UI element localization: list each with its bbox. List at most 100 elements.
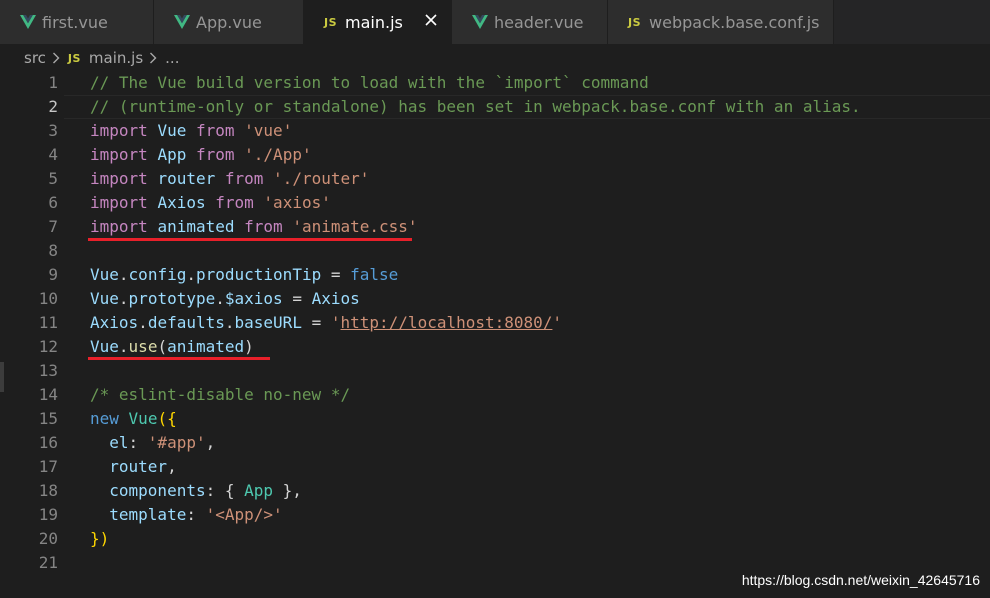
tab-header-vue[interactable]: header.vue: [452, 0, 608, 44]
code-text: import Vue from 'vue': [90, 119, 292, 143]
code-token: Vue: [90, 289, 119, 308]
code-line[interactable]: 3 import Vue from 'vue': [0, 119, 990, 143]
tab-label: main.js: [345, 12, 403, 32]
code-line[interactable]: 12 Vue.use(animated): [0, 335, 990, 359]
code-line[interactable]: 14 /* eslint-disable no-new */: [0, 383, 990, 407]
chevron-right-icon: [149, 52, 157, 64]
code-token: :: [186, 505, 206, 524]
code-line[interactable]: 11 Axios.defaults.baseURL = 'http://local…: [0, 311, 990, 335]
code-text: el: '#app',: [90, 431, 215, 455]
line-number: 8: [48, 241, 58, 260]
code-line[interactable]: 18 components: { App },: [0, 479, 990, 503]
code-token: new: [90, 409, 119, 428]
code-line[interactable]: 7 import animated from 'animate.css': [0, 215, 990, 239]
vue-icon: [174, 15, 190, 29]
code-text: }): [90, 527, 109, 551]
line-number: 21: [38, 553, 58, 572]
breadcrumb-symbol[interactable]: ...: [165, 49, 179, 67]
code-token: false: [350, 265, 399, 284]
breadcrumb-file[interactable]: main.js: [89, 49, 143, 67]
line-number: 18: [38, 481, 58, 500]
code-token: prototype: [128, 289, 216, 308]
code-token: http://localhost:8080/: [340, 313, 553, 332]
code-token: import: [90, 217, 148, 236]
code-token: from: [244, 217, 283, 236]
tab-main-js[interactable]: JS main.js: [304, 0, 452, 44]
code-token: animated: [157, 217, 235, 236]
watermark: https://blog.csdn.net/weixin_42645716: [741, 572, 980, 588]
code-line[interactable]: 2 // (runtime-only or standalone) has bee…: [0, 95, 990, 119]
code-token: .: [224, 313, 235, 332]
code-text: Vue.use(animated): [90, 335, 254, 359]
breadcrumb-folder[interactable]: src: [24, 49, 46, 67]
line-number: 19: [38, 505, 58, 524]
code-line[interactable]: 13: [0, 359, 990, 383]
code-editor[interactable]: 1 // The Vue build version to load with t…: [0, 72, 990, 598]
code-text: Vue.config.productionTip = false: [90, 263, 398, 287]
code-text: router,: [90, 455, 176, 479]
close-icon[interactable]: [423, 12, 439, 28]
code-text: new Vue({: [90, 407, 177, 431]
code-line[interactable]: 4 import App from './App': [0, 143, 990, 167]
code-line[interactable]: 1 // The Vue build version to load with t…: [0, 71, 990, 95]
code-line[interactable]: 9 Vue.config.productionTip = false: [0, 263, 990, 287]
code-token: .: [118, 289, 129, 308]
code-text: // The Vue build version to load with th…: [90, 71, 649, 95]
code-line[interactable]: 16 el: '#app',: [0, 431, 990, 455]
code-token: from: [215, 193, 254, 212]
red-annotation-underline: [88, 357, 270, 360]
code-token: .: [118, 337, 129, 356]
code-token: .: [118, 265, 129, 284]
code-token: import: [90, 193, 148, 212]
code-token: 'vue': [244, 121, 293, 140]
code-line[interactable]: 5 import router from './router': [0, 167, 990, 191]
js-icon: JS: [324, 15, 338, 29]
tab-bar: first.vue App.vue JS main.js header.vue …: [0, 0, 990, 44]
code-text: import router from './router': [90, 167, 369, 191]
line-number: 1: [48, 73, 58, 92]
code-token: productionTip: [195, 265, 322, 284]
code-token: defaults: [147, 313, 225, 332]
code-line[interactable]: 15 new Vue({: [0, 407, 990, 431]
code-token: =: [301, 313, 331, 332]
code-text: import Axios from 'axios': [90, 191, 331, 215]
code-token: baseURL: [234, 313, 302, 332]
tab-label: first.vue: [42, 12, 108, 32]
code-line[interactable]: 6 import Axios from 'axios': [0, 191, 990, 215]
code-token: ': [330, 313, 341, 332]
code-token: '#app': [147, 433, 206, 452]
code-line[interactable]: 20}): [0, 527, 990, 551]
code-token: import: [90, 145, 148, 164]
scrollbar-marker[interactable]: [0, 362, 4, 392]
code-token: .: [186, 265, 196, 284]
js-icon: JS: [628, 15, 642, 29]
line-number: 15: [38, 409, 58, 428]
code-token: Vue: [90, 337, 119, 356]
code-text: /* eslint-disable no-new */: [90, 383, 350, 407]
code-token: (: [157, 337, 168, 356]
code-token: // (runtime-only or standalone) has been…: [90, 97, 861, 116]
js-icon: JS: [67, 51, 81, 65]
code-line[interactable]: 10 Vue.prototype.$axios = Axios: [0, 287, 990, 311]
code-token: from: [224, 169, 264, 188]
code-text: import App from './App': [90, 143, 312, 167]
code-token: $axios: [224, 289, 283, 308]
code-line[interactable]: 8: [0, 239, 990, 263]
tab-first-vue[interactable]: first.vue: [0, 0, 154, 44]
code-line[interactable]: 19 template: '<App/>': [0, 503, 990, 527]
code-text: Vue.prototype.$axios = Axios: [90, 287, 360, 311]
tab-app-vue[interactable]: App.vue: [154, 0, 304, 44]
line-number: 4: [48, 145, 58, 164]
code-token: animated: [167, 337, 245, 356]
code-token: router: [157, 169, 216, 188]
tab-webpack-base-conf-js[interactable]: JS webpack.base.conf.js: [608, 0, 834, 44]
code-line[interactable]: 17 router,: [0, 455, 990, 479]
